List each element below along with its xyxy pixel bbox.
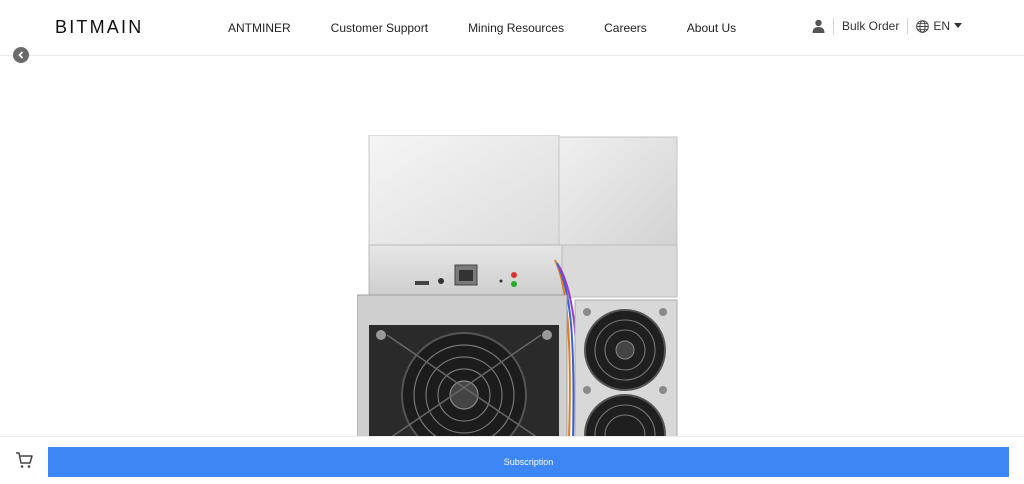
- nav-item-mining-resources[interactable]: Mining Resources: [468, 20, 564, 36]
- top-header: BITMAIN ANTMINER Customer Support Mining…: [0, 0, 1024, 56]
- nav-item-customer-support[interactable]: Customer Support: [331, 20, 428, 36]
- cart-icon[interactable]: [14, 450, 34, 470]
- header-divider: [907, 18, 909, 34]
- caret-down-icon: [954, 23, 962, 29]
- page: BITMAIN ANTMINER Customer Support Mining…: [0, 0, 1024, 484]
- header-divider: [832, 18, 834, 34]
- antminer-product-image: [356, 134, 683, 476]
- bitmain-logo[interactable]: BITMAIN: [55, 17, 143, 37]
- subscription-button[interactable]: Subscription: [48, 447, 1009, 477]
- nav-item-antminer[interactable]: ANTMINER: [228, 20, 291, 36]
- globe-icon: [916, 19, 930, 33]
- bulk-order-link[interactable]: Bulk Order: [842, 18, 899, 34]
- main-nav: ANTMINER Customer Support Mining Resourc…: [228, 20, 736, 36]
- user-icon[interactable]: [812, 19, 825, 33]
- header-actions: Bulk Order EN: [812, 18, 962, 34]
- chevron-left-icon[interactable]: [13, 47, 29, 63]
- bottom-action-bar: Subscription: [0, 436, 1024, 484]
- language-selector[interactable]: EN: [916, 18, 962, 34]
- nav-item-careers[interactable]: Careers: [604, 20, 647, 36]
- language-label: EN: [933, 19, 950, 33]
- nav-item-about-us[interactable]: About Us: [687, 20, 736, 36]
